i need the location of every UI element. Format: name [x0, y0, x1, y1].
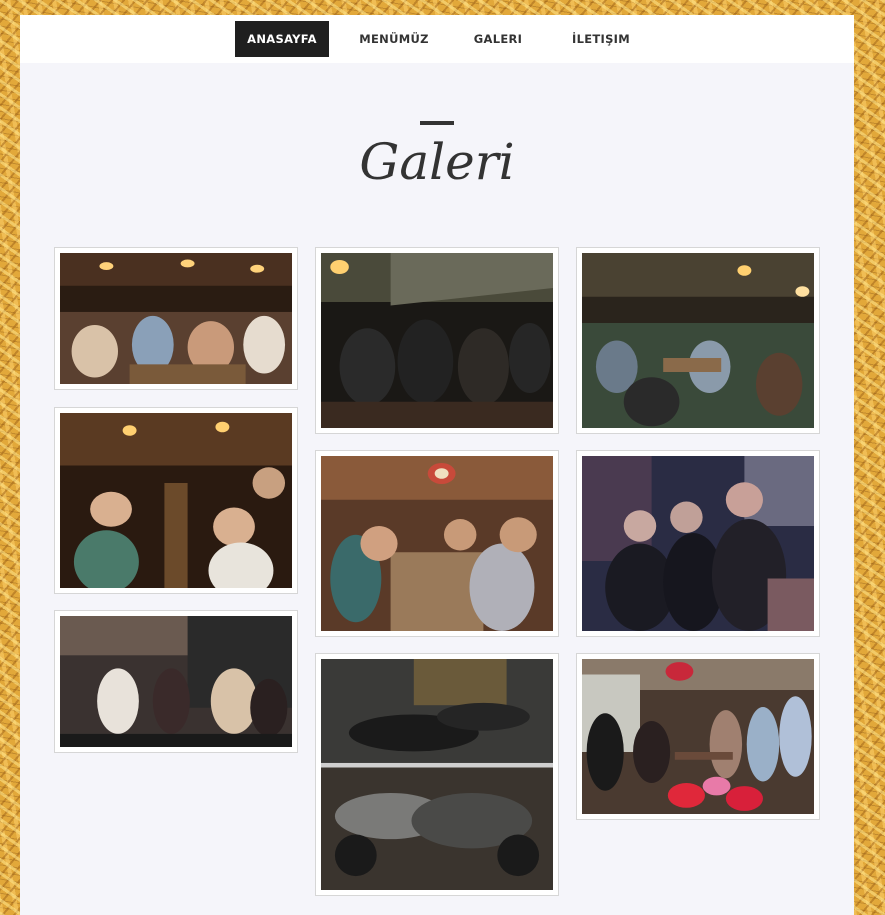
photo-image	[582, 253, 814, 428]
nav-galeri[interactable]: GALERI	[456, 21, 540, 57]
gallery-photo-1[interactable]	[54, 247, 298, 390]
gallery-title: Galeri	[359, 133, 515, 191]
photo-image	[321, 659, 553, 890]
photo-image	[321, 456, 553, 631]
page-container: ANASAYFA MENÜMÜZ GALERI İLETIŞIM Galeri	[20, 15, 854, 915]
nav-iletisim[interactable]: İLETIŞIM	[554, 21, 648, 57]
top-navbar: ANASAYFA MENÜMÜZ GALERI İLETIŞIM	[20, 15, 854, 63]
photo-image	[60, 616, 292, 747]
gallery-photo-8[interactable]	[315, 653, 559, 896]
gallery-photo-4[interactable]	[54, 407, 298, 594]
gallery-photo-5[interactable]	[315, 450, 559, 637]
gallery-photo-2[interactable]	[315, 247, 559, 434]
gallery-photo-3[interactable]	[576, 247, 820, 434]
gallery-photo-7[interactable]	[54, 610, 298, 753]
title-accent-bar	[420, 121, 454, 125]
gallery-photo-6[interactable]	[576, 450, 820, 637]
nav-anasayfa[interactable]: ANASAYFA	[235, 21, 329, 57]
photo-image	[582, 456, 814, 631]
photo-image	[60, 413, 292, 588]
gallery-photo-9[interactable]	[576, 653, 820, 820]
photo-image	[582, 659, 814, 814]
photo-image	[321, 253, 553, 428]
photo-image	[60, 253, 292, 384]
nav-menumuz[interactable]: MENÜMÜZ	[347, 21, 441, 57]
